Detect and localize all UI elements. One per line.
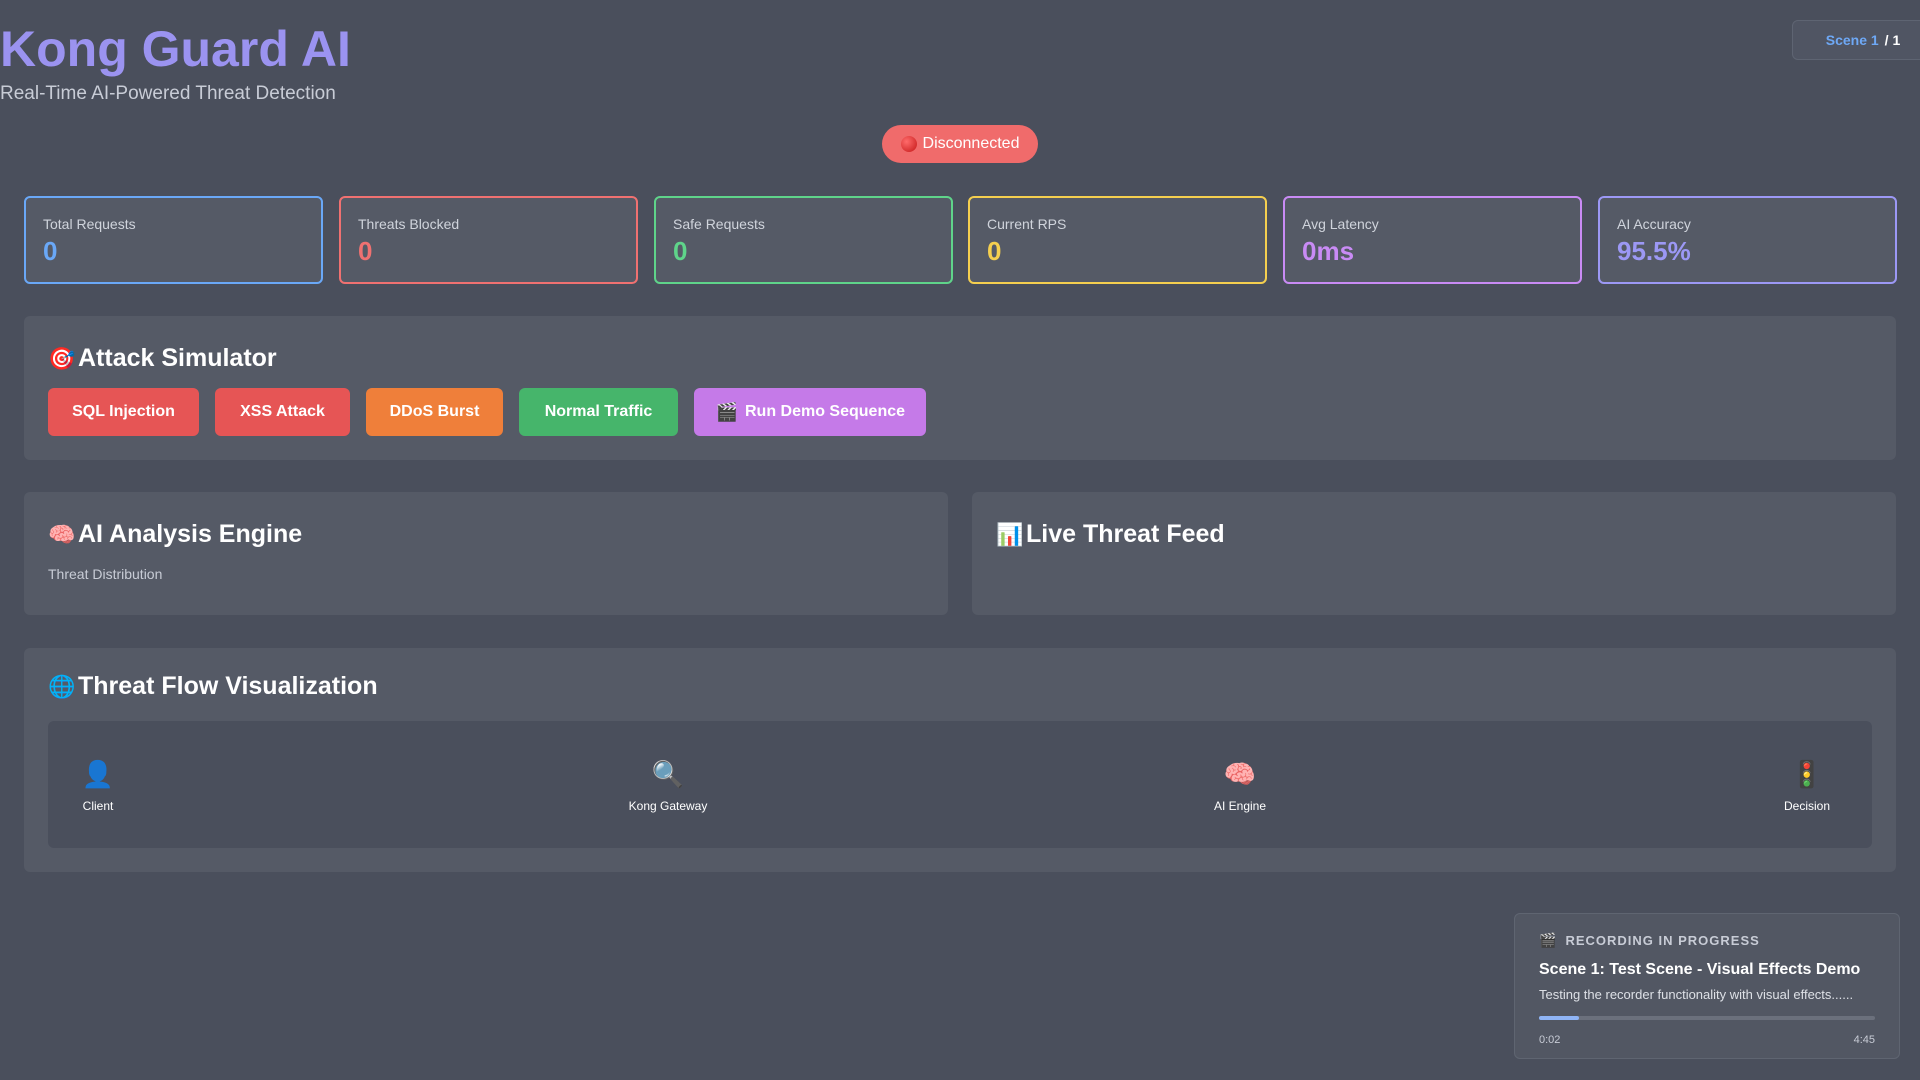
clapper-icon: 🎬 [1539,932,1558,948]
attack-simulator-title-text: Attack Simulator [78,344,277,372]
stat-value: 95.5% [1617,236,1691,266]
recording-progress-bar [1539,1016,1875,1020]
stat-label: Threats Blocked [358,216,460,232]
flow-node-ai-engine: 🧠 AI Engine [1200,759,1280,813]
normal-traffic-button[interactable]: Normal Traffic [519,388,678,436]
recording-scene-title: Scene 1: Test Scene - Visual Effects Dem… [1539,961,1861,978]
xss-attack-button[interactable]: XSS Attack [215,388,350,436]
red-circle-icon [900,136,917,152]
live-threat-feed-title-text: Live Threat Feed [1026,520,1225,548]
stat-card-total-requests: Total Requests 0 [24,196,323,284]
brain-icon: 🧠 [1223,759,1257,789]
flow-node-label: AI Engine [1213,799,1267,813]
recording-header-text: RECORDING IN PROGRESS [1565,933,1760,948]
stat-value: 0 [43,236,58,266]
recording-overlay: 🎬 RECORDING IN PROGRESS Scene 1: Test Sc… [1514,913,1900,1059]
button-label: Normal Traffic [544,403,653,420]
flow-node-kong-gateway: 🔍 Kong Gateway [618,759,718,813]
button-label: SQL Injection [72,403,175,420]
stat-value: 0 [673,236,688,266]
stat-card-threats-blocked: Threats Blocked 0 [339,196,638,284]
scene-indicator: Scene 1 / 1 [1792,20,1920,60]
brain-icon: 🧠 [48,521,76,547]
connection-status-label: Disconnected [922,135,1020,152]
bar-chart-icon: 📊 [996,521,1024,547]
recording-progress-fill [1539,1016,1580,1020]
stat-value: 0 [987,236,1002,266]
threat-flow-title-text: Threat Flow Visualization [78,672,378,700]
stat-card-ai-accuracy: AI Accuracy 95.5% [1598,196,1897,284]
ai-analysis-engine-title: 🧠 AI Analysis Engine [48,520,302,549]
traffic-light-icon: 🚦 [1790,759,1824,789]
sql-injection-button[interactable]: SQL Injection [48,388,199,436]
magnifier-icon: 🔍 [651,759,685,789]
recording-scene-description: Testing the recorder functionality with … [1539,987,1854,1002]
stat-label: Current RPS [987,216,1067,232]
flow-node-label: Decision [1783,799,1831,813]
globe-icon: 🌐 [48,673,76,699]
live-threat-feed-panel: 📊 Live Threat Feed [972,492,1896,615]
stat-value: 0ms [1302,236,1355,266]
scene-current-label: Scene 1 [1825,32,1879,48]
stat-label: Total Requests [43,216,136,232]
clapper-icon: 🎬 [715,401,739,422]
stat-card-current-rps: Current RPS 0 [968,196,1267,284]
threat-distribution-label: Threat Distribution [48,566,163,582]
threat-flow-title: 🌐 Threat Flow Visualization [48,672,378,701]
recording-duration: 4:45 [1853,1034,1875,1046]
button-label: DDoS Burst [389,403,480,420]
stat-label: Safe Requests [673,216,765,232]
recording-times: 0:02 4:45 [1539,1034,1875,1046]
app-title: Kong Guard AI [0,21,351,77]
recording-header: 🎬 RECORDING IN PROGRESS [1539,932,1875,949]
threat-flow-canvas: 👤 Client 🔍 Kong Gateway 🧠 AI Engine 🚦 De… [48,721,1872,848]
button-label: XSS Attack [240,403,325,420]
flow-node-client: 👤 Client [68,759,128,813]
app-subtitle: Real-Time AI-Powered Threat Detection [0,83,336,104]
flow-node-label: Client [82,799,114,813]
stat-value: 0 [358,236,373,266]
flow-node-decision: 🚦 Decision [1767,759,1847,813]
scene-total-label: / 1 [1884,32,1901,48]
connection-status-badge: Disconnected [882,125,1038,163]
target-icon: 🎯 [48,345,76,371]
stat-label: AI Accuracy [1617,216,1691,232]
attack-simulator-title: 🎯 Attack Simulator [48,344,277,373]
recording-elapsed: 0:02 [1539,1034,1561,1046]
stat-label: Avg Latency [1302,216,1379,232]
ai-analysis-engine-title-text: AI Analysis Engine [78,520,303,548]
flow-node-label: Kong Gateway [628,799,708,813]
stat-card-avg-latency: Avg Latency 0ms [1283,196,1582,284]
ai-analysis-engine-panel: 🧠 AI Analysis Engine [24,492,948,615]
stat-card-safe-requests: Safe Requests 0 [654,196,953,284]
ddos-burst-button[interactable]: DDoS Burst [366,388,503,436]
app-root: Kong Guard AI Real-Time AI-Powered Threa… [0,0,1920,1080]
user-icon: 👤 [81,759,115,789]
button-label: Run Demo Sequence [744,403,906,420]
live-threat-feed-title: 📊 Live Threat Feed [996,520,1225,549]
run-demo-sequence-button[interactable]: 🎬 Run Demo Sequence [694,388,926,436]
